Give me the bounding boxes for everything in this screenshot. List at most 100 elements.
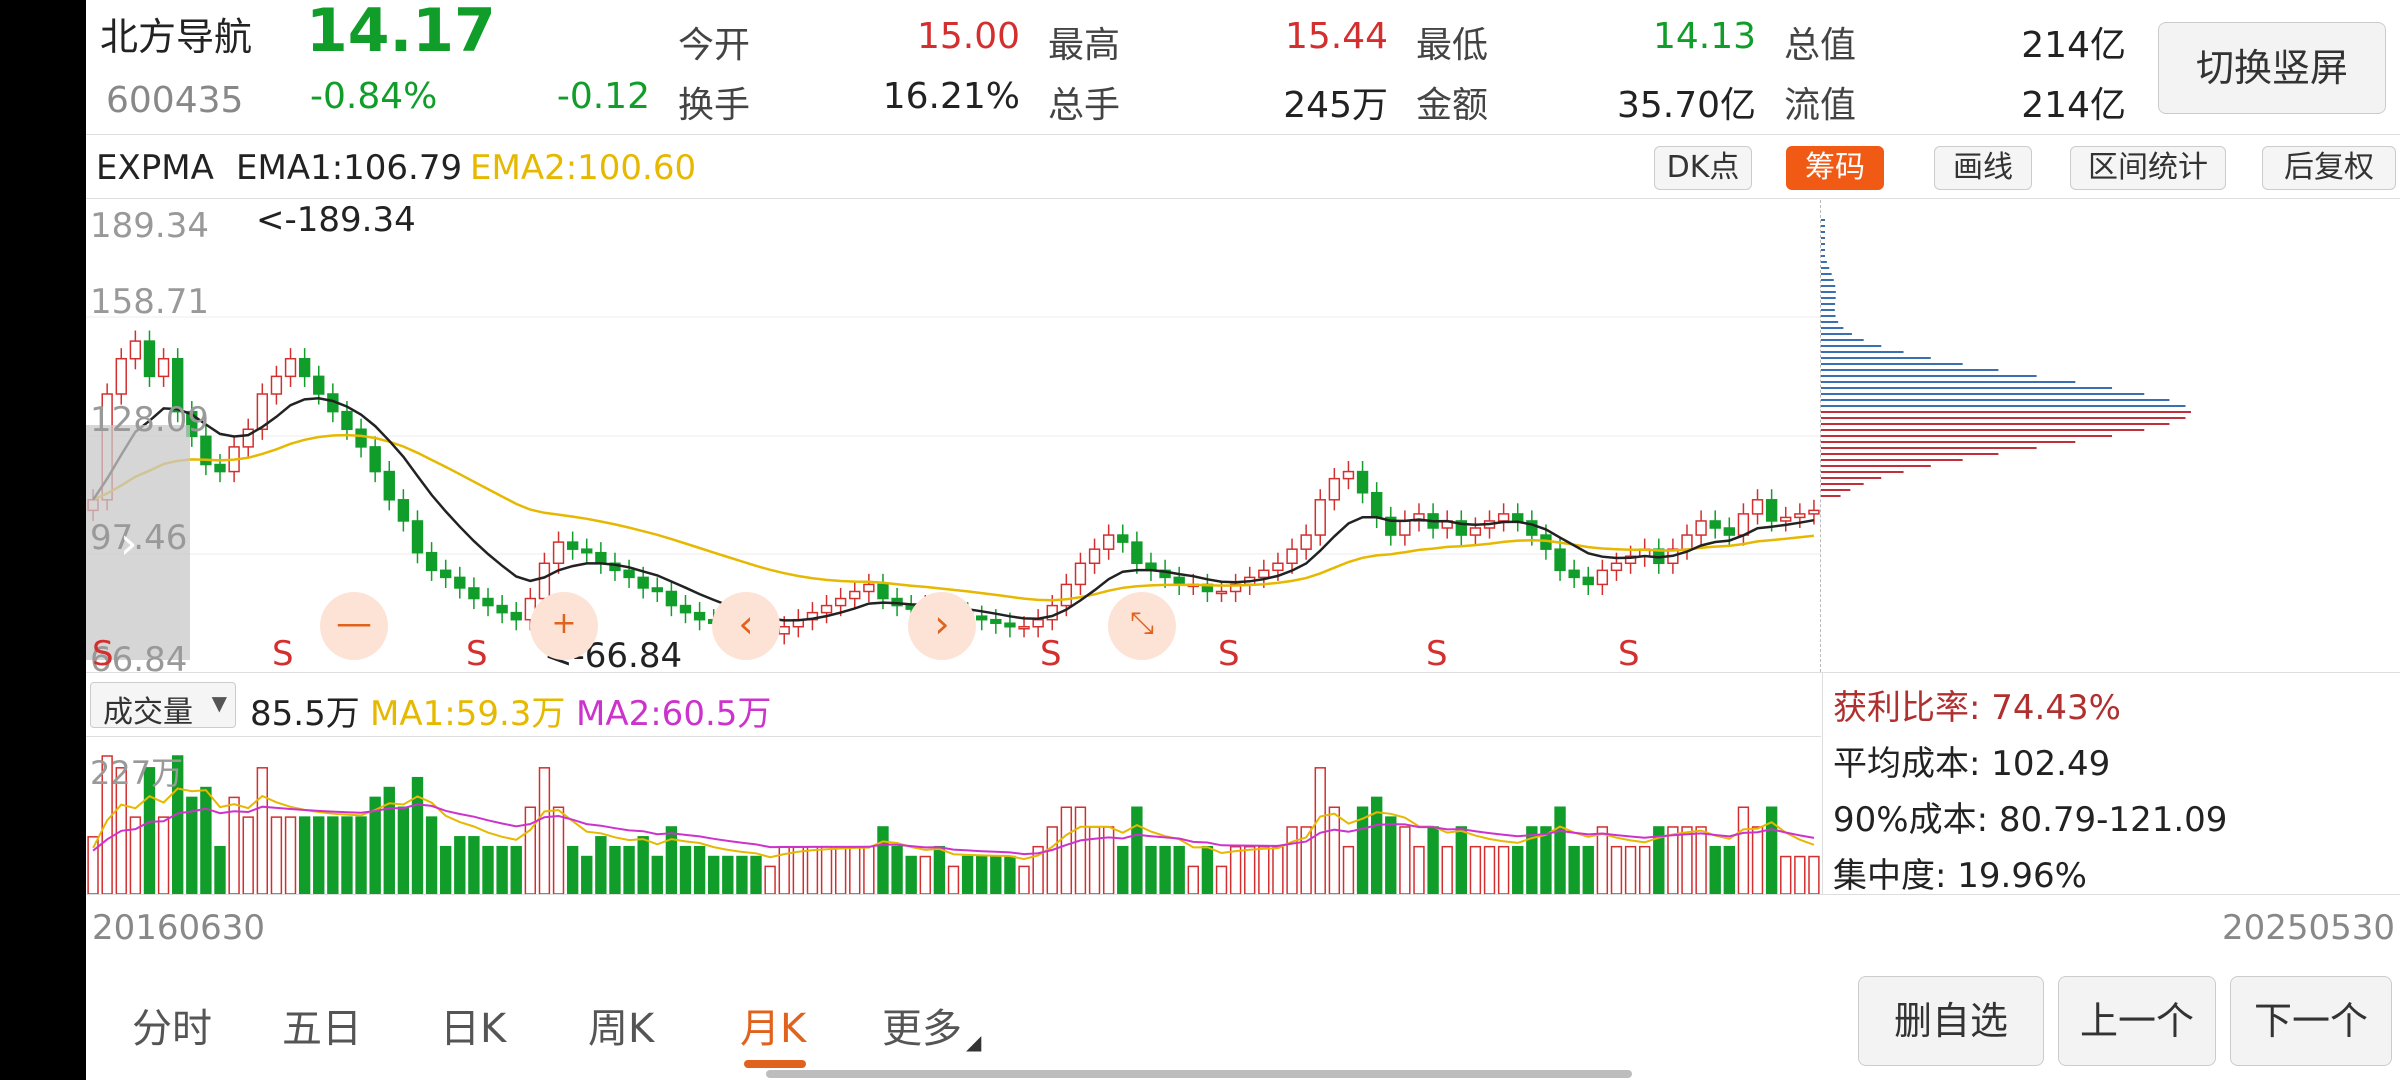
- candle: [1173, 576, 1185, 586]
- candle: [468, 587, 480, 600]
- volume-bar: [1723, 845, 1735, 895]
- tab-daily-k[interactable]: 日K: [440, 996, 506, 1054]
- volume-bar: [313, 816, 325, 895]
- volume-bar: [665, 826, 678, 895]
- volume-bar: [1667, 826, 1679, 895]
- candle: [1709, 520, 1721, 529]
- tool-range-stats[interactable]: 区间统计: [2070, 146, 2226, 190]
- candle: [411, 520, 424, 554]
- volume-bar: [397, 806, 410, 895]
- candle: [214, 463, 226, 473]
- tool-draw-line[interactable]: 画线: [1934, 146, 2032, 190]
- chip-distribution-panel: [1820, 200, 2400, 672]
- volume-bar: [1131, 806, 1143, 895]
- volume-bar: [298, 816, 311, 895]
- volume-bar: [510, 845, 522, 895]
- zoom-out-icon[interactable]: —: [320, 592, 388, 660]
- horizontal-scrollbar[interactable]: [766, 1070, 1632, 1078]
- candle: [1399, 520, 1411, 536]
- candle: [1131, 541, 1143, 565]
- volume-bar: [1497, 845, 1510, 895]
- sell-signal-label: S: [92, 634, 114, 674]
- volume-bar: [595, 836, 607, 895]
- volume-selector-label: 成交量: [103, 695, 193, 730]
- ema2-line: [92, 433, 1815, 602]
- volume-bar: [1751, 826, 1764, 895]
- ema1-value: EMA1:106.79: [236, 148, 463, 188]
- candle: [482, 597, 494, 607]
- tab-five-day[interactable]: 五日: [282, 996, 362, 1054]
- pan-right-icon[interactable]: ›: [908, 592, 976, 660]
- candle: [1060, 583, 1073, 607]
- volume-svg[interactable]: [86, 736, 1821, 895]
- volume-bar: [722, 855, 734, 895]
- volume-bar: [750, 855, 762, 895]
- tab-weekly-k[interactable]: 周K: [588, 996, 654, 1054]
- next-stock-button[interactable]: 下一个: [2230, 976, 2392, 1066]
- candle: [1568, 569, 1580, 579]
- active-tab-indicator: [744, 1060, 806, 1068]
- tab-monthly-k[interactable]: 月K: [740, 996, 806, 1054]
- volume-bar: [1737, 806, 1750, 895]
- more-corner-icon: ◢: [966, 1030, 982, 1054]
- pan-left-icon[interactable]: ‹: [712, 592, 780, 660]
- quote-label-amount: 金额: [1416, 85, 1489, 126]
- volume-bar: [1596, 826, 1609, 895]
- tab-more[interactable]: 更多: [882, 996, 962, 1054]
- volume-bar: [849, 845, 861, 895]
- stock-price: 14.17: [306, 0, 496, 66]
- volume-bar: [1201, 845, 1214, 895]
- indicator-name[interactable]: EXPMA: [96, 148, 214, 188]
- ema1-line: [92, 397, 1815, 622]
- volume-bar: [1342, 845, 1355, 895]
- change-amount: -0.12: [556, 76, 650, 117]
- range-handle-icon[interactable]: ›: [120, 518, 138, 569]
- switch-portrait-button[interactable]: 切换竖屏: [2158, 22, 2386, 114]
- volume-bar: [1681, 826, 1693, 895]
- start-date: 20160630: [92, 908, 266, 948]
- volume-bar: [270, 816, 283, 895]
- remove-favorite-button[interactable]: 删自选: [1858, 976, 2044, 1066]
- volume-bar: [1314, 767, 1326, 895]
- volume-bar: [496, 845, 508, 895]
- average-cost: 平均成本: 102.49: [1833, 744, 2111, 784]
- volume-indicator-selector[interactable]: 成交量 ▼: [90, 682, 236, 730]
- volume-bar: [693, 845, 706, 895]
- volume-bar: [341, 816, 353, 895]
- candle: [1314, 499, 1326, 536]
- quote-label-turnover: 换手: [678, 85, 751, 126]
- zoom-in-icon[interactable]: +: [530, 592, 598, 660]
- candle: [1272, 562, 1284, 572]
- end-date: 20250530: [2222, 908, 2396, 948]
- tool-back-adjust[interactable]: 后复权: [2262, 146, 2396, 190]
- tab-intraday[interactable]: 分时: [132, 996, 212, 1054]
- tool-dk-point[interactable]: DK点: [1654, 146, 1752, 190]
- volume-bar: [468, 836, 480, 895]
- volume-chart[interactable]: [86, 736, 1821, 895]
- sell-signal-label: S: [1618, 634, 1640, 674]
- quote-value-volume: 245万: [1283, 85, 1388, 126]
- volume-bar: [327, 816, 339, 895]
- volume-bar: [1018, 865, 1030, 895]
- change-percent: -0.84%: [310, 76, 438, 117]
- divider: [86, 198, 2400, 199]
- volume-bar: [284, 816, 297, 895]
- collapse-icon[interactable]: ⤡: [1108, 592, 1176, 660]
- volume-bar: [454, 836, 466, 895]
- volume-bar: [1272, 845, 1284, 895]
- previous-stock-button[interactable]: 上一个: [2058, 976, 2216, 1066]
- sell-signal-label: S: [272, 634, 294, 674]
- ema2-value: EMA2:100.60: [470, 148, 697, 188]
- candle: [1004, 622, 1016, 628]
- price-axis-label: 189.34: [90, 206, 209, 246]
- volume-bar: [87, 836, 99, 895]
- volume-bar: [1512, 845, 1524, 895]
- volume-bar: [524, 806, 537, 895]
- candle: [538, 562, 551, 600]
- volume-bar: [1229, 845, 1242, 895]
- chevron-down-icon: ▼: [211, 691, 227, 715]
- candle: [834, 597, 847, 607]
- high-marker: <-189.34: [256, 200, 416, 240]
- tool-chips[interactable]: 筹码: [1786, 146, 1884, 190]
- volume-bar: [425, 816, 438, 895]
